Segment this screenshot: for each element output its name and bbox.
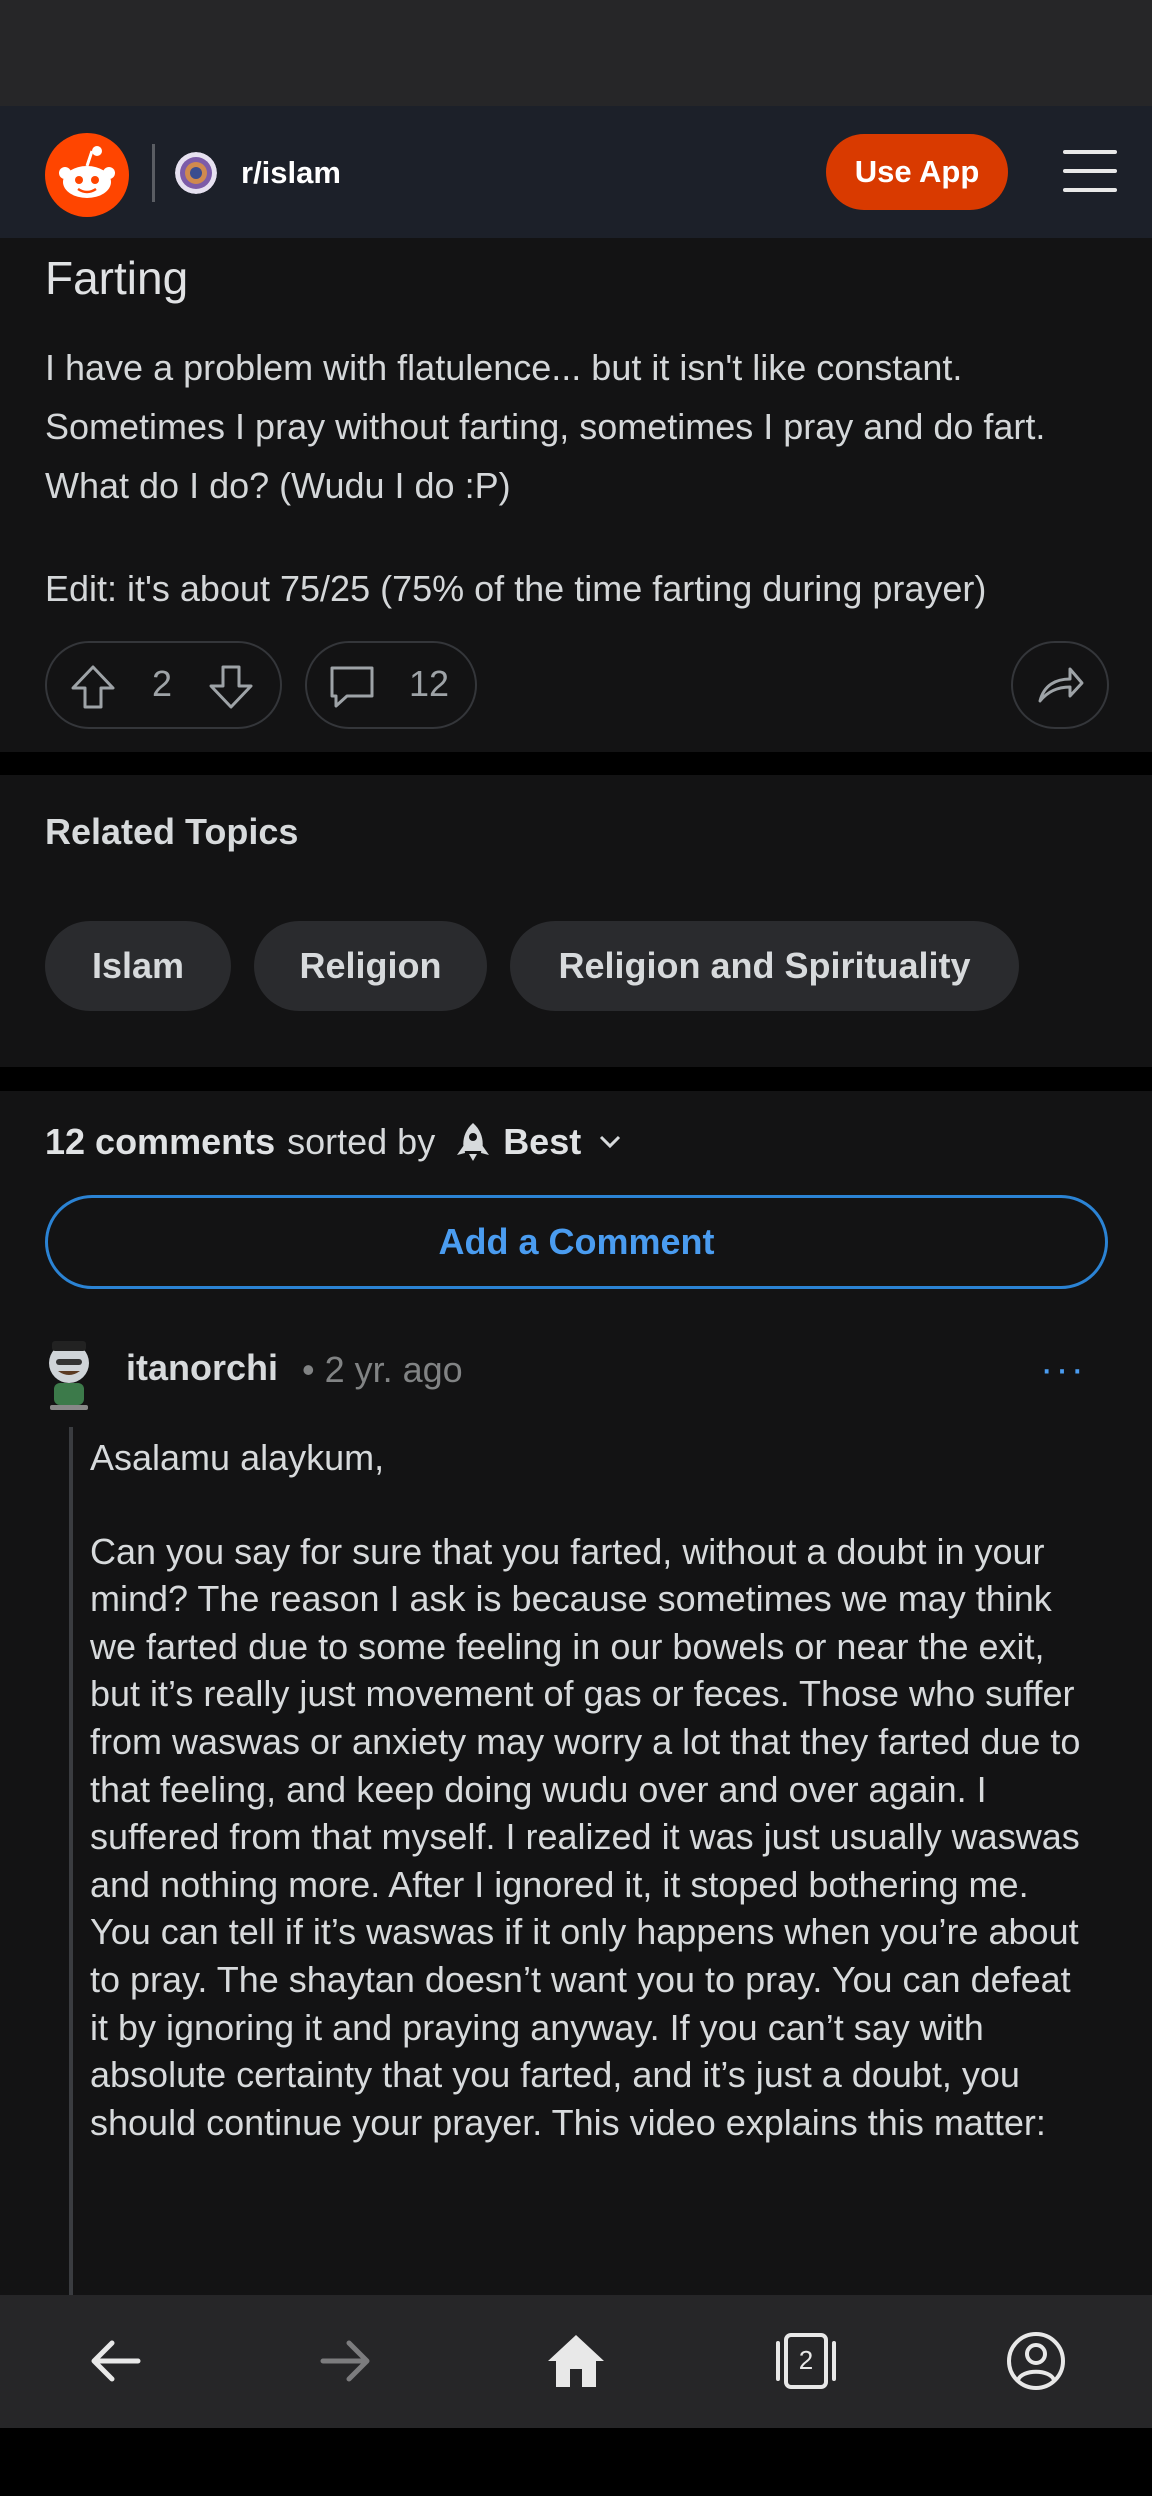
- comment-paragraph: Can you say for sure that you farted, wi…: [90, 1530, 1081, 2143]
- post-paragraph: Edit: it's about 75/25 (75% of the time …: [45, 568, 987, 609]
- sort-value: Best: [503, 1121, 582, 1162]
- user-avatar-icon[interactable]: [36, 1333, 102, 1411]
- subreddit-avatar-icon[interactable]: [175, 152, 217, 194]
- subreddit-name[interactable]: r/islam: [241, 152, 341, 194]
- thread-line[interactable]: [69, 1427, 73, 2295]
- rocket-icon: [457, 1123, 490, 1161]
- back-arrow-icon[interactable]: [78, 2323, 154, 2399]
- comment-count-label: 12 comments: [45, 1121, 276, 1162]
- sort-dropdown[interactable]: Best: [453, 1121, 621, 1163]
- comments-button[interactable]: 12: [305, 641, 477, 729]
- comment-paragraph: Asalamu alaykum,: [90, 1437, 385, 1478]
- tabs-button[interactable]: 2: [768, 2323, 844, 2399]
- home-icon[interactable]: [538, 2323, 614, 2399]
- use-app-button[interactable]: Use App: [826, 134, 1008, 210]
- comment-icon: [330, 666, 374, 708]
- share-button[interactable]: [1011, 641, 1109, 729]
- topic-religion[interactable]: Religion: [254, 921, 487, 1011]
- comment-body: Asalamu alaykum, Can you say for sure th…: [90, 1434, 1090, 2192]
- comment-count: 12: [409, 663, 450, 704]
- comment-timestamp: • 2 yr. ago: [302, 1349, 463, 1390]
- reddit-logo-icon[interactable]: [45, 133, 129, 217]
- system-nav-bar: [0, 2428, 1152, 2496]
- sorted-by-label: sorted by: [287, 1121, 436, 1162]
- topic-religion-and-spirituality[interactable]: Religion and Spirituality: [510, 921, 1019, 1011]
- site-header: r/islam Use App: [0, 106, 1152, 238]
- post-title: Farting: [45, 252, 189, 304]
- status-bar: [0, 0, 1152, 106]
- related-topics: Related Topics Islam Religion Religion a…: [0, 775, 1152, 1067]
- chevron-down-icon: [600, 1135, 621, 1149]
- browser-bottom-nav: 2: [0, 2295, 1152, 2428]
- post-paragraph: I have a problem with flatulence... but …: [45, 347, 1046, 506]
- comments-section: 12 comments sorted by Best Add a Comment…: [0, 1091, 1152, 2295]
- add-comment-button[interactable]: Add a Comment: [45, 1195, 1108, 1289]
- menu-icon[interactable]: [1063, 150, 1117, 194]
- tab-count: 2: [798, 2345, 814, 2375]
- downvote-icon[interactable]: [205, 661, 257, 713]
- vote-count: 2: [152, 663, 173, 704]
- section-divider: [0, 752, 1152, 775]
- more-options-icon[interactable]: ···: [1040, 1349, 1086, 1389]
- section-divider: [0, 1067, 1152, 1091]
- related-topics-title: Related Topics: [45, 811, 299, 852]
- upvote-icon[interactable]: [67, 661, 119, 713]
- forward-arrow-icon[interactable]: [307, 2323, 383, 2399]
- account-icon[interactable]: [998, 2323, 1074, 2399]
- header-divider: [152, 144, 155, 202]
- comment-sort-bar: 12 comments sorted by Best: [45, 1121, 621, 1163]
- topic-islam[interactable]: Islam: [45, 921, 231, 1011]
- vote-bar: 2: [45, 641, 282, 729]
- post: Farting I have a problem with flatulence…: [0, 238, 1152, 752]
- comment-username[interactable]: itanorchi: [126, 1347, 278, 1389]
- share-icon: [1038, 667, 1084, 703]
- post-body: I have a problem with flatulence... but …: [45, 338, 1115, 662]
